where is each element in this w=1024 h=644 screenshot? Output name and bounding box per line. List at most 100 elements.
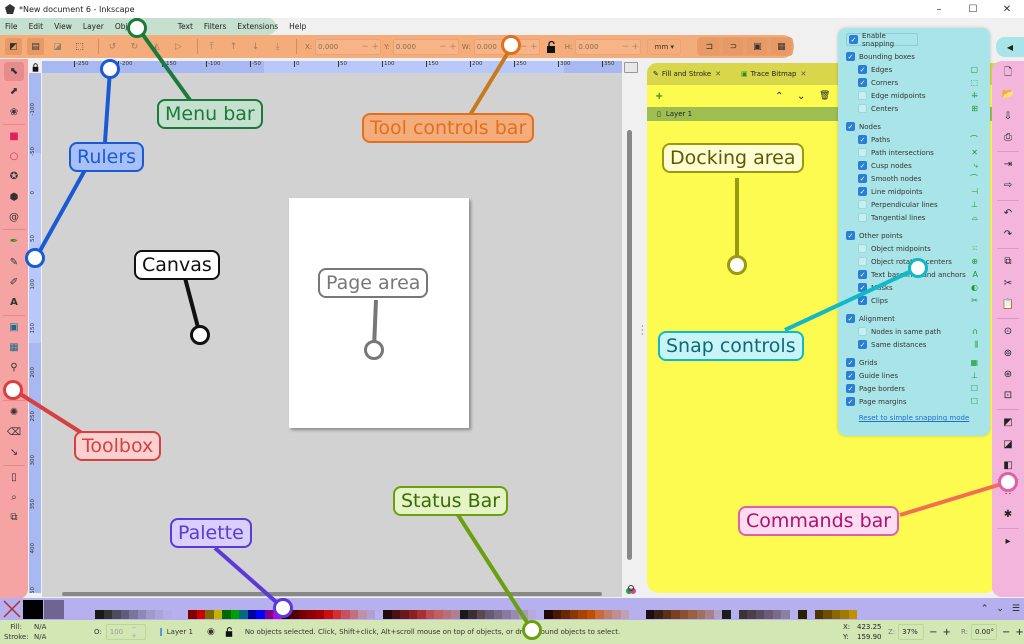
w-increment[interactable]: + <box>529 42 539 52</box>
color-swatch[interactable] <box>459 609 468 619</box>
deselect-icon[interactable]: ◪ <box>49 38 66 55</box>
mesh-tool-icon[interactable]: ▦ <box>4 338 24 357</box>
snap-option[interactable]: ✓ Paths ⌒ <box>846 133 982 146</box>
palette-scroll-up-icon[interactable]: ⌃ <box>981 604 989 614</box>
pages-tool-icon[interactable]: ▯ <box>4 468 24 487</box>
color-swatch[interactable] <box>408 609 417 619</box>
unit-select[interactable]: mm ▾ <box>647 38 682 55</box>
eraser-tool-icon[interactable]: ⌫ <box>4 423 24 442</box>
menu-filters[interactable]: Filters <box>204 22 226 31</box>
menu-edit[interactable]: Edit <box>29 22 44 31</box>
color-swatch[interactable] <box>544 609 553 619</box>
zoom-selection-icon[interactable]: ⊙ <box>998 323 1018 340</box>
color-swatch[interactable] <box>612 609 621 619</box>
color-swatch[interactable] <box>154 609 163 619</box>
color-swatch[interactable] <box>722 609 731 619</box>
color-swatch[interactable] <box>366 609 375 619</box>
color-swatch[interactable] <box>679 609 688 619</box>
x-decrement[interactable]: − <box>360 42 370 52</box>
zoom-tool-icon[interactable]: ⌕ <box>4 488 24 507</box>
snap-checkbox[interactable]: ✓ <box>858 65 867 74</box>
pencil-tool-icon[interactable]: ✎ <box>4 253 24 272</box>
spray-tool-icon[interactable]: ✺ <box>4 403 24 422</box>
tab-trace-bitmap[interactable]: ▣ Trace Bitmap ✕ <box>741 70 806 78</box>
snap-checkbox[interactable] <box>858 244 867 253</box>
snap-checkbox[interactable] <box>858 257 867 266</box>
color-swatch[interactable] <box>298 609 307 619</box>
snap-checkbox[interactable]: ✓ <box>846 384 855 393</box>
import-icon[interactable]: ⇩ <box>998 108 1018 125</box>
color-swatch[interactable] <box>586 609 595 619</box>
color-swatch[interactable] <box>103 609 112 619</box>
snap-checkbox[interactable]: ✓ <box>858 296 867 305</box>
color-swatch[interactable] <box>476 609 485 619</box>
export-icon[interactable]: ⇨ <box>998 177 1018 194</box>
color-swatch[interactable] <box>823 609 832 619</box>
color-swatch[interactable] <box>713 609 722 619</box>
snap-popover-toggle[interactable]: ◀ <box>996 37 1024 57</box>
display-mode-icon[interactable] <box>624 62 638 73</box>
close-tab-icon[interactable]: ✕ <box>715 70 721 78</box>
zoom-drawing-icon[interactable]: ⊚ <box>998 345 1018 362</box>
snap-option[interactable]: Edge midpoints ⁜ <box>846 89 982 102</box>
scale-corners-icon[interactable]: ⊃ <box>723 38 744 55</box>
color-swatch[interactable] <box>95 609 104 619</box>
snap-checkbox[interactable] <box>858 327 867 336</box>
snap-checkbox[interactable] <box>858 200 867 209</box>
tab-fill-and-stroke[interactable]: ✎ Fill and Stroke ✕ <box>653 70 721 78</box>
color-swatch[interactable] <box>315 609 324 619</box>
menu-view[interactable]: View <box>54 22 72 31</box>
measure-tool-icon[interactable]: ⧉ <box>4 508 24 527</box>
tweak-tool-icon[interactable]: ❀ <box>4 103 24 122</box>
x-increment[interactable]: + <box>370 42 380 52</box>
select-all-layers-icon[interactable]: ▤ <box>27 38 44 55</box>
print-icon[interactable]: ⎙ <box>998 129 1018 146</box>
vertical-ruler[interactable]: -100 -50 0 50 100 150 200 250 300 350 400 450 <box>29 73 41 593</box>
snap-option[interactable]: ✓ Nodes <box>846 120 982 133</box>
color-swatch[interactable] <box>654 609 663 619</box>
star-tool-icon[interactable]: ✪ <box>4 167 24 186</box>
color-swatch[interactable] <box>519 609 528 619</box>
color-swatch[interactable] <box>129 609 138 619</box>
snap-option[interactable]: ✓ Corners ⬚ <box>846 76 982 89</box>
3dbox-tool-icon[interactable]: ⬢ <box>4 188 24 207</box>
open-icon[interactable]: 📂 <box>998 86 1018 103</box>
color-swatch[interactable] <box>595 609 604 619</box>
lower-to-bottom-icon[interactable]: ⤓ <box>269 38 286 55</box>
color-swatch[interactable] <box>264 609 273 619</box>
h-increment[interactable]: + <box>630 42 640 52</box>
snap-checkbox[interactable]: ✓ <box>846 371 855 380</box>
color-swatch[interactable] <box>417 609 426 619</box>
pen-tool-icon[interactable]: ✒ <box>4 232 24 251</box>
snap-checkbox[interactable]: ✓ <box>846 314 855 323</box>
rect-tool-icon[interactable]: ■ <box>4 127 24 146</box>
color-swatch[interactable] <box>222 609 231 619</box>
paste-icon[interactable]: 📋 <box>998 296 1018 313</box>
snap-checkbox[interactable]: ✓ <box>849 35 858 44</box>
flip-horizontal-icon[interactable]: ◭ <box>148 38 165 55</box>
snap-option[interactable]: ✓ Masks ◐ <box>846 281 982 294</box>
layer-visibility-icon[interactable]: ◉ <box>207 627 215 637</box>
menu-help[interactable]: Help <box>289 22 306 31</box>
zoom-in-button[interactable]: + <box>943 627 951 638</box>
color-swatch[interactable] <box>324 609 333 619</box>
color-swatch[interactable] <box>848 609 857 619</box>
color-swatch[interactable] <box>196 609 205 619</box>
color-swatch[interactable] <box>468 609 477 619</box>
color-swatch[interactable] <box>137 609 146 619</box>
color-swatch[interactable] <box>358 609 367 619</box>
color-swatch[interactable] <box>688 609 697 619</box>
horizontal-scrollbar[interactable] <box>62 592 602 596</box>
snap-checkbox[interactable]: ✓ <box>846 122 855 131</box>
scale-stroke-icon[interactable]: ⊐ <box>699 38 720 55</box>
lower-icon[interactable]: ↓ <box>247 38 264 55</box>
snap-option[interactable]: Object midpoints ⁙ <box>846 242 982 255</box>
guide-lock-icon[interactable] <box>29 61 42 73</box>
layer-lock-icon[interactable] <box>225 627 233 637</box>
menu-layer[interactable]: Layer <box>83 22 104 31</box>
color-management-icon[interactable] <box>624 585 638 595</box>
menu-text[interactable]: Text <box>178 22 193 31</box>
color-swatch[interactable] <box>620 609 629 619</box>
snap-checkbox[interactable]: ✓ <box>858 174 867 183</box>
maximize-button[interactable]: ☐ <box>956 0 990 18</box>
